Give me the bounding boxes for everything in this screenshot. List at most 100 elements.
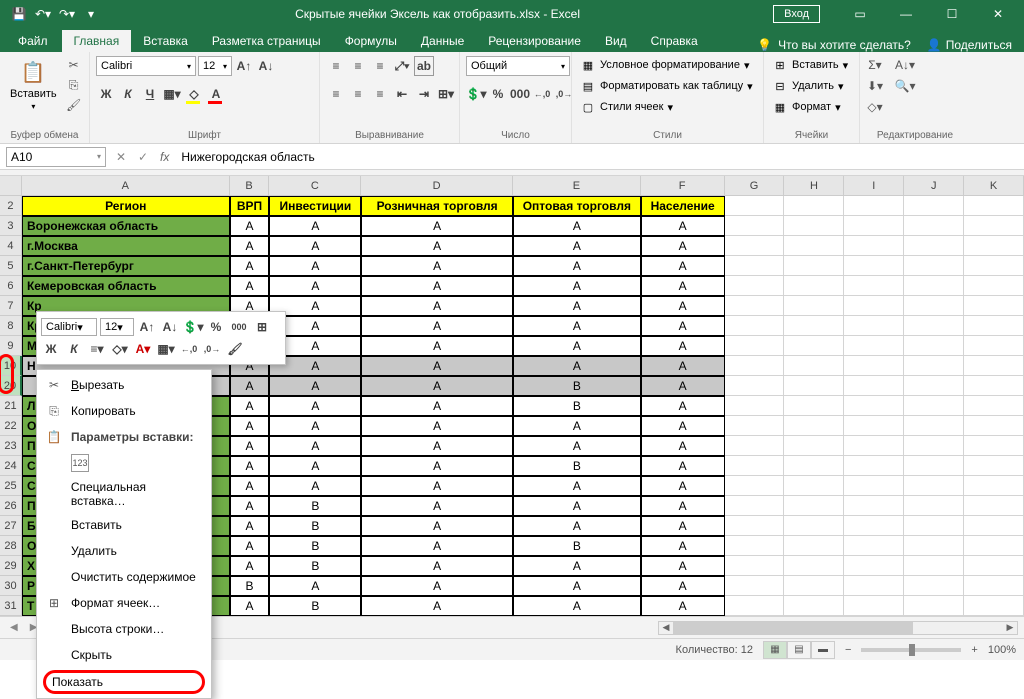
- cell-data[interactable]: A: [513, 416, 641, 436]
- col-header-D[interactable]: D: [361, 176, 513, 196]
- align-right-icon[interactable]: ≡: [370, 84, 390, 104]
- cell-empty[interactable]: [844, 396, 904, 416]
- mini-format-painter-icon[interactable]: ⊞: [252, 317, 272, 337]
- cell-empty[interactable]: [904, 456, 964, 476]
- increase-font-icon[interactable]: A↑: [234, 56, 254, 76]
- cell-data[interactable]: B: [230, 576, 270, 596]
- menu-paste-variant[interactable]: 123: [37, 450, 211, 476]
- cell-empty[interactable]: [784, 356, 844, 376]
- mini-percent-icon[interactable]: %: [206, 317, 226, 337]
- cell-data[interactable]: A: [641, 256, 725, 276]
- cell-data[interactable]: A: [513, 496, 641, 516]
- tab-insert[interactable]: Вставка: [131, 30, 200, 52]
- cell-data[interactable]: A: [361, 436, 513, 456]
- cell-data[interactable]: A: [641, 356, 725, 376]
- cell-data[interactable]: A: [513, 516, 641, 536]
- cell-data[interactable]: A: [269, 416, 361, 436]
- mini-font-combo[interactable]: Calibri ▾: [41, 318, 97, 336]
- cell-data[interactable]: A: [641, 296, 725, 316]
- cell-data[interactable]: A: [361, 476, 513, 496]
- menu-insert[interactable]: Вставить: [37, 512, 211, 538]
- sheet-nav-prev-icon[interactable]: ◀: [6, 622, 22, 633]
- undo-icon[interactable]: ↶▾: [32, 3, 54, 25]
- cell-empty[interactable]: [844, 456, 904, 476]
- cell-empty[interactable]: [904, 276, 964, 296]
- cell-empty[interactable]: [844, 216, 904, 236]
- cell-data[interactable]: A: [641, 556, 725, 576]
- cut-icon[interactable]: ✂: [65, 56, 83, 74]
- cell-data[interactable]: A: [361, 456, 513, 476]
- cell-data[interactable]: A: [513, 236, 641, 256]
- row-header-26[interactable]: 26: [0, 496, 22, 516]
- bold-button[interactable]: Ж: [96, 84, 116, 104]
- cell-data[interactable]: A: [269, 436, 361, 456]
- cell-empty[interactable]: [725, 576, 785, 596]
- row-header-6[interactable]: 6: [0, 276, 22, 296]
- cell-empty[interactable]: [725, 416, 785, 436]
- cell-empty[interactable]: [784, 576, 844, 596]
- merge-icon[interactable]: ⊞▾: [436, 84, 456, 104]
- save-icon[interactable]: 💾: [8, 3, 30, 25]
- align-bottom-icon[interactable]: ≡: [370, 56, 390, 76]
- cell-empty[interactable]: [725, 396, 785, 416]
- zoom-in-icon[interactable]: +: [971, 644, 977, 656]
- cell-empty[interactable]: [844, 436, 904, 456]
- scroll-right-icon[interactable]: ▶: [1003, 622, 1017, 634]
- cell-data[interactable]: A: [361, 396, 513, 416]
- col-header-G[interactable]: G: [725, 176, 785, 196]
- tab-help[interactable]: Справка: [639, 30, 710, 52]
- font-name-combo[interactable]: Calibri▾: [96, 56, 196, 76]
- menu-hide[interactable]: Скрыть: [37, 642, 211, 668]
- mini-decrease-font-icon[interactable]: A↓: [160, 317, 180, 337]
- wrap-text-icon[interactable]: ab: [414, 56, 434, 76]
- conditional-formatting-button[interactable]: ▦Условное форматирование ▾: [578, 56, 751, 74]
- cell-data[interactable]: A: [513, 256, 641, 276]
- cell-data[interactable]: A: [641, 316, 725, 336]
- mini-currency-icon[interactable]: 💲▾: [183, 317, 203, 337]
- cell-empty[interactable]: [964, 296, 1024, 316]
- cell-data[interactable]: A: [361, 596, 513, 616]
- cell-data[interactable]: A: [361, 536, 513, 556]
- cell-data[interactable]: A: [230, 256, 270, 276]
- mini-fill-icon[interactable]: ◇▾: [110, 339, 130, 359]
- cell-empty[interactable]: [784, 396, 844, 416]
- cell-empty[interactable]: [964, 436, 1024, 456]
- paste-button[interactable]: 📋 Вставить ▾: [6, 56, 61, 113]
- cell-empty[interactable]: [964, 196, 1024, 216]
- header-cell[interactable]: ВРП: [230, 196, 270, 216]
- cell-empty[interactable]: [904, 196, 964, 216]
- cell-data[interactable]: A: [269, 376, 361, 396]
- menu-cut[interactable]: ✂Вырезать: [37, 372, 211, 398]
- cell-empty[interactable]: [964, 356, 1024, 376]
- format-as-table-button[interactable]: ▤Форматировать как таблицу ▾: [578, 77, 755, 95]
- cell-region[interactable]: г.Санкт-Петербург: [22, 256, 230, 276]
- cell-data[interactable]: A: [230, 416, 270, 436]
- col-header-K[interactable]: K: [964, 176, 1024, 196]
- cell-data[interactable]: A: [641, 496, 725, 516]
- page-break-icon[interactable]: ▬: [811, 641, 835, 659]
- row-header-8[interactable]: 8: [0, 316, 22, 336]
- cell-empty[interactable]: [784, 596, 844, 616]
- qat-customize-icon[interactable]: ▾: [80, 3, 102, 25]
- cell-empty[interactable]: [964, 476, 1024, 496]
- cell-empty[interactable]: [904, 596, 964, 616]
- cell-empty[interactable]: [784, 236, 844, 256]
- cell-empty[interactable]: [964, 376, 1024, 396]
- cell-empty[interactable]: [725, 476, 785, 496]
- cell-data[interactable]: A: [641, 436, 725, 456]
- cell-data[interactable]: A: [513, 336, 641, 356]
- cell-empty[interactable]: [844, 356, 904, 376]
- insert-cells-button[interactable]: ⊞Вставить ▾: [770, 56, 850, 74]
- cell-data[interactable]: A: [269, 396, 361, 416]
- cell-empty[interactable]: [964, 256, 1024, 276]
- cell-empty[interactable]: [844, 196, 904, 216]
- cell-data[interactable]: A: [513, 276, 641, 296]
- cancel-formula-icon[interactable]: ✕: [110, 146, 132, 168]
- tab-data[interactable]: Данные: [409, 30, 476, 52]
- menu-show[interactable]: Показать: [52, 675, 196, 689]
- cell-region[interactable]: Воронежская область: [22, 216, 230, 236]
- sort-filter-icon[interactable]: A↓▾: [892, 56, 918, 74]
- cell-data[interactable]: A: [361, 276, 513, 296]
- horizontal-scrollbar[interactable]: ◀ ▶: [658, 621, 1018, 635]
- cell-data[interactable]: A: [269, 456, 361, 476]
